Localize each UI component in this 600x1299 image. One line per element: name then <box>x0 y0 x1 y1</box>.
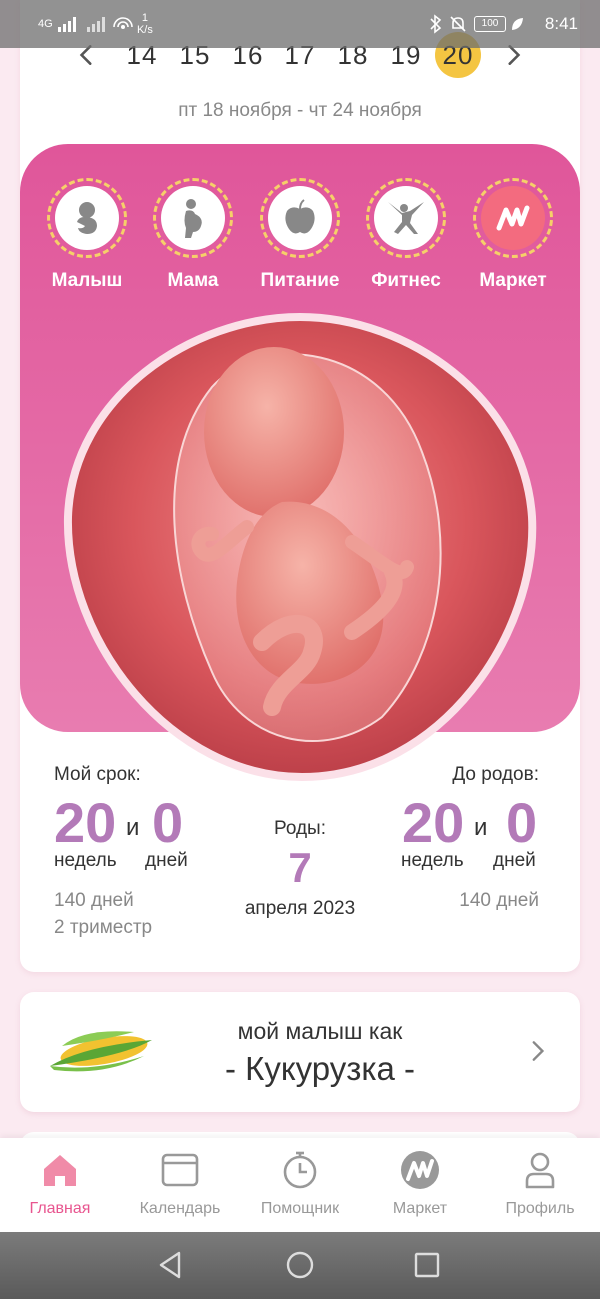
until-weeks-unit: недель <box>401 850 464 871</box>
until-days-value: 0 <box>506 791 538 854</box>
market-icon <box>401 1151 439 1189</box>
mute-bell-icon <box>450 16 466 32</box>
category-mother[interactable]: Мама <box>140 178 246 292</box>
until-weeks-value: 20 <box>402 791 465 854</box>
leaf-icon <box>512 18 523 30</box>
calendar-icon <box>161 1153 199 1187</box>
status-network: 4G 1 K/s <box>38 12 153 36</box>
category-baby-label: Малыш <box>51 270 123 291</box>
week-date-range: пт 18 ноября - чт 24 ноября <box>178 100 422 121</box>
nav-home-label: Главная <box>29 1200 91 1217</box>
system-navigation-bar <box>0 1232 600 1299</box>
hotspot-icon <box>113 17 133 29</box>
yoga-pose-icon <box>388 202 424 234</box>
speed-value: 1 <box>141 12 148 24</box>
signal-icon <box>57 17 76 32</box>
category-fitness[interactable]: Фитнес <box>353 178 459 292</box>
until-days-total: 140 дней <box>459 890 539 911</box>
nav-calendar[interactable]: Календарь <box>120 1150 240 1218</box>
status-bar: 4G 1 K/s 100 8:41 <box>0 0 600 48</box>
trimester: 2 триместр <box>54 917 153 938</box>
home-icon <box>44 1155 76 1186</box>
bluetooth-icon <box>430 14 442 34</box>
birth-label: Роды: <box>273 818 326 839</box>
apple-icon <box>285 199 315 234</box>
category-fitness-label: Фитнес <box>371 270 441 291</box>
bottom-navigation: Главная Календарь Помощник Маркет Профил… <box>0 1138 600 1232</box>
category-nutrition[interactable]: Питание <box>247 178 353 292</box>
baby-size-fruit: - Кукурузка - <box>224 1050 416 1087</box>
my-and-conj: и <box>126 814 140 841</box>
recents-square-icon[interactable] <box>412 1250 442 1280</box>
until-and-conj: и <box>474 814 488 841</box>
chevron-right-icon <box>532 1041 545 1061</box>
nav-profile-label: Профиль <box>505 1200 575 1217</box>
category-nutrition-label: Питание <box>260 270 340 291</box>
profile-icon <box>525 1152 555 1189</box>
birth-month-year: апреля 2023 <box>244 898 356 919</box>
baby-size-subtitle: мой малыш как <box>237 1018 403 1044</box>
nav-profile[interactable]: Профиль <box>480 1150 600 1218</box>
category-market-label: Маркет <box>479 270 547 291</box>
my-days-total: 140 дней <box>54 890 134 911</box>
birth-day: 7 <box>288 844 312 891</box>
home-circle-icon[interactable] <box>285 1250 315 1280</box>
baby-size-card[interactable]: мой малыш как - Кукурузка - <box>20 992 580 1112</box>
my-days-unit: дней <box>145 850 188 871</box>
category-market[interactable]: Маркет <box>460 178 566 292</box>
nav-home[interactable]: Главная <box>0 1150 120 1218</box>
nav-market[interactable]: Маркет <box>360 1150 480 1218</box>
baby-icon <box>77 202 97 234</box>
nav-calendar-label: Календарь <box>139 1200 221 1217</box>
until-birth-label: До родов: <box>452 764 539 785</box>
stopwatch-icon <box>283 1151 317 1189</box>
pregnant-mother-icon <box>184 199 202 238</box>
back-triangle-icon[interactable] <box>155 1250 185 1280</box>
my-days-value: 0 <box>152 791 184 854</box>
until-days-unit: дней <box>493 850 536 871</box>
network-type: 4G <box>38 17 53 30</box>
nav-market-label: Маркет <box>392 1200 448 1217</box>
market-logo-icon <box>496 205 530 231</box>
fetus-illustration[interactable] <box>62 312 538 782</box>
category-baby[interactable]: Малыш <box>34 178 140 292</box>
nav-assistant[interactable]: Помощник <box>240 1150 360 1218</box>
my-weeks-value: 20 <box>54 791 117 854</box>
battery-icon: 100 <box>474 16 506 32</box>
category-mother-label: Мама <box>167 270 219 291</box>
my-term-label: Мой срок: <box>54 764 141 785</box>
nav-assistant-label: Помощник <box>260 1200 340 1217</box>
speed-unit: K/s <box>136 24 153 36</box>
clock: 8:41 <box>544 14 578 33</box>
signal-2-icon <box>86 17 105 32</box>
my-weeks-unit: недель <box>54 850 117 871</box>
network-speed: 1 K/s <box>137 12 153 36</box>
